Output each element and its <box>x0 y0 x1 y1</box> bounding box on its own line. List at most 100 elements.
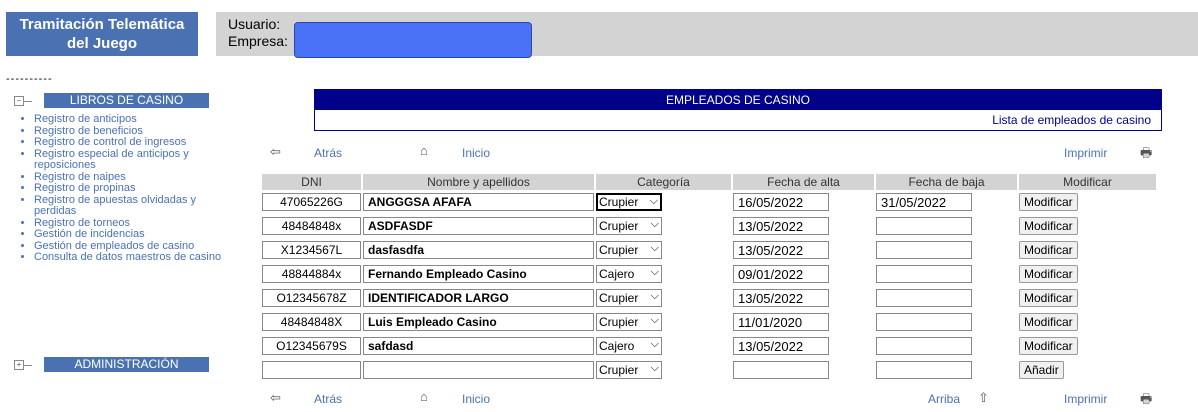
categoria-select[interactable]: Cajero ⌵ <box>596 337 662 355</box>
printer-icon[interactable]: 🖶 <box>1140 144 1152 166</box>
back-arrow-icon[interactable]: ⇦ <box>270 390 281 406</box>
top-link[interactable]: Arriba <box>928 392 960 406</box>
modificar-button[interactable]: Modificar <box>1019 241 1078 259</box>
fecha-baja-field[interactable] <box>876 289 972 307</box>
new-nombre-field[interactable] <box>363 361 594 379</box>
employees-table: DNI Nombre y apellidos Categoría Fecha d… <box>260 174 1158 382</box>
categoria-select[interactable]: Crupier ⌵ <box>596 193 662 211</box>
categoria-value: Crupier <box>599 243 639 257</box>
nombre-field[interactable] <box>363 193 594 211</box>
categoria-value: Crupier <box>599 315 639 329</box>
categoria-select[interactable]: Cajero ⌵ <box>596 265 662 283</box>
nombre-field[interactable] <box>363 265 594 283</box>
categoria-select[interactable]: Crupier ⌵ <box>596 289 662 307</box>
tree-line <box>24 365 32 366</box>
dni-field[interactable] <box>262 337 361 355</box>
collapse-icon[interactable]: − <box>14 96 24 106</box>
sidebar-menu-item[interactable]: Registro de anticipos <box>34 113 230 126</box>
empresa-label: Empresa: <box>228 33 288 49</box>
fecha-baja-field[interactable] <box>876 265 972 283</box>
categoria-select[interactable]: Crupier ⌵ <box>596 241 662 259</box>
fecha-baja-field[interactable] <box>876 241 972 259</box>
col-nombre: Nombre y apellidos <box>363 174 594 190</box>
home-link[interactable]: Inicio <box>462 146 490 160</box>
modificar-button[interactable]: Modificar <box>1019 265 1078 283</box>
nombre-field[interactable] <box>363 313 594 331</box>
chevron-down-icon: ⌵ <box>650 362 659 374</box>
user-info-bar: Usuario: Empresa: <box>216 12 1198 58</box>
dni-field[interactable] <box>262 265 361 283</box>
home-icon[interactable]: ⌂ <box>420 143 428 158</box>
categoria-value: Crupier <box>599 291 639 305</box>
up-arrow-icon[interactable]: ⇧ <box>978 390 989 406</box>
print-link[interactable]: Imprimir <box>1064 146 1107 160</box>
modificar-button[interactable]: Modificar <box>1019 217 1078 235</box>
nombre-field[interactable] <box>363 289 594 307</box>
chevron-down-icon: ⌵ <box>650 266 659 278</box>
new-categoria-select[interactable]: Crupier ⌵ <box>596 361 662 379</box>
col-modificar: Modificar <box>1019 174 1156 190</box>
fecha-alta-field[interactable] <box>733 241 829 259</box>
fecha-baja-field[interactable] <box>876 193 972 211</box>
fecha-alta-field[interactable] <box>733 193 829 211</box>
new-fecha-alta-field[interactable] <box>733 361 829 379</box>
tree-line <box>24 101 32 102</box>
redacted-user-info <box>294 22 532 58</box>
expand-icon[interactable]: + <box>14 360 24 370</box>
sidebar-menu-item[interactable]: Consulta de datos maestros de casino <box>34 251 230 264</box>
table-row: Crupier ⌵ Modificar <box>262 214 1156 238</box>
fecha-alta-field[interactable] <box>733 289 829 307</box>
modificar-button[interactable]: Modificar <box>1019 193 1078 211</box>
table-row: Crupier ⌵ Modificar <box>262 310 1156 334</box>
nombre-field[interactable] <box>363 217 594 235</box>
sidebar-menu-item[interactable]: Gestión de incidencias <box>34 228 230 241</box>
fecha-alta-field[interactable] <box>733 217 829 235</box>
modificar-button[interactable]: Modificar <box>1019 313 1078 331</box>
sidebar-separator: ---------- <box>6 73 53 85</box>
printer-icon[interactable]: 🖶 <box>1140 390 1152 412</box>
nombre-field[interactable] <box>363 241 594 259</box>
dni-field[interactable] <box>262 313 361 331</box>
sidebar-menu-item[interactable]: Registro de propinas <box>34 182 230 195</box>
categoria-value: Cajero <box>599 267 635 281</box>
back-arrow-icon[interactable]: ⇦ <box>270 144 281 160</box>
sidebar-section-label[interactable]: ADMINISTRACIÓN <box>44 357 209 372</box>
modificar-button[interactable]: Modificar <box>1019 289 1078 307</box>
sidebar-section-label[interactable]: LIBROS DE CASINO <box>44 93 209 108</box>
categoria-value: Cajero <box>599 339 635 353</box>
sidebar-menu-item[interactable]: Registro especial de anticipos y reposic… <box>34 148 230 172</box>
page-title: EMPLEADOS DE CASINO <box>315 90 1161 110</box>
categoria-select[interactable]: Crupier ⌵ <box>596 217 662 235</box>
categoria-select[interactable]: Crupier ⌵ <box>596 313 662 331</box>
dni-field[interactable] <box>262 193 361 211</box>
home-link[interactable]: Inicio <box>462 392 490 406</box>
dni-field[interactable] <box>262 217 361 235</box>
dni-field[interactable] <box>262 289 361 307</box>
add-employee-button[interactable]: Añadir <box>1019 361 1064 379</box>
fecha-baja-field[interactable] <box>876 217 972 235</box>
dni-field[interactable] <box>262 241 361 259</box>
nombre-field[interactable] <box>363 337 594 355</box>
sidebar-menu-item[interactable]: Registro de control de ingresos <box>34 136 230 149</box>
fecha-baja-field[interactable] <box>876 337 972 355</box>
bottom-nav: ⇦ Atrás ⌂ Inicio Arriba ⇧ Imprimir 🖶 <box>262 389 1162 412</box>
fecha-alta-field[interactable] <box>733 337 829 355</box>
new-dni-field[interactable] <box>262 361 361 379</box>
col-categoria: Categoría <box>596 174 731 190</box>
back-link[interactable]: Atrás <box>314 146 342 160</box>
home-icon[interactable]: ⌂ <box>420 389 428 404</box>
fecha-alta-field[interactable] <box>733 313 829 331</box>
chevron-down-icon: ⌵ <box>650 338 659 350</box>
page-subtitle: Lista de empleados de casino <box>992 113 1151 127</box>
fecha-alta-field[interactable] <box>733 265 829 283</box>
app-logo: Tramitación Telemática del Juego <box>6 12 198 56</box>
print-link[interactable]: Imprimir <box>1064 392 1107 406</box>
fecha-baja-field[interactable] <box>876 313 972 331</box>
modificar-button[interactable]: Modificar <box>1019 337 1078 355</box>
new-employee-row: Crupier ⌵ Añadir <box>262 358 1156 382</box>
sidebar-menu-item[interactable]: Registro de apuestas olvidadas y perdida… <box>34 194 230 218</box>
new-fecha-baja-field[interactable] <box>876 361 972 379</box>
categoria-value: Crupier <box>599 363 639 377</box>
categoria-value: Crupier <box>599 219 639 233</box>
back-link[interactable]: Atrás <box>314 392 342 406</box>
